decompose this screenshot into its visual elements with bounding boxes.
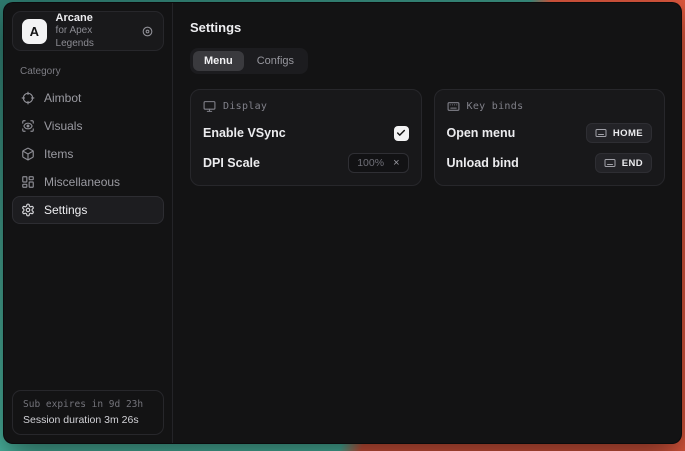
- app-window: A Arcane for Apex Legends Category: [4, 3, 681, 443]
- sidebar-item-visuals[interactable]: Visuals: [12, 112, 164, 140]
- keybinds-card-header: Key binds: [447, 100, 653, 113]
- gear-icon: [21, 203, 35, 217]
- category-label: Category: [20, 66, 156, 77]
- sidebar-item-items[interactable]: Items: [12, 140, 164, 168]
- dpi-value: 100%: [357, 157, 384, 169]
- app-logo: A: [22, 19, 47, 44]
- dpi-label: DPI Scale: [203, 156, 260, 170]
- keyboard-icon: [595, 127, 607, 139]
- sidebar-item-label: Visuals: [44, 119, 82, 133]
- vsync-label: Enable VSync: [203, 126, 286, 140]
- vsync-row: Enable VSync: [203, 123, 409, 143]
- sidebar-item-label: Items: [44, 147, 73, 161]
- tab-configs[interactable]: Configs: [246, 51, 305, 71]
- subscription-card: Sub expires in 9d 23h Session duration 3…: [12, 390, 164, 435]
- main-content: Settings Menu Configs Display: [174, 3, 681, 443]
- unload-bind-button[interactable]: END: [595, 153, 652, 173]
- open-menu-row: Open menu HOME: [447, 123, 653, 143]
- clear-icon[interactable]: ×: [393, 158, 399, 169]
- bind-key-label: END: [622, 158, 643, 169]
- app-name: Arcane: [56, 12, 132, 26]
- dpi-row: DPI Scale 100% ×: [203, 153, 409, 173]
- keybinds-card: Key binds Open menu HOME: [434, 89, 666, 186]
- package-icon: [21, 147, 35, 161]
- sidebar-item-aimbot[interactable]: Aimbot: [12, 84, 164, 112]
- check-icon: [396, 128, 406, 138]
- bind-key-label: HOME: [613, 128, 643, 139]
- monitor-icon: [203, 100, 216, 113]
- app-subtitle: for Apex Legends: [56, 25, 132, 50]
- display-card-header: Display: [203, 100, 409, 113]
- vsync-checkbox[interactable]: [394, 126, 409, 141]
- open-menu-label: Open menu: [447, 126, 516, 140]
- display-card: Display Enable VSync DPI Scale 100%: [190, 89, 422, 186]
- dashboard-icon: [21, 175, 35, 189]
- sidebar: A Arcane for Apex Legends Category: [4, 3, 173, 443]
- open-menu-bind-button[interactable]: HOME: [586, 123, 652, 143]
- scan-eye-icon: [21, 119, 35, 133]
- dpi-scale-input[interactable]: 100% ×: [348, 153, 408, 173]
- sidebar-item-label: Settings: [44, 203, 87, 217]
- tab-menu[interactable]: Menu: [193, 51, 244, 71]
- unload-bind-row: Unload bind END: [447, 153, 653, 173]
- desktop-background: A Arcane for Apex Legends Category: [0, 0, 685, 451]
- tab-strip: Menu Configs: [190, 48, 308, 74]
- sidebar-item-miscellaneous[interactable]: Miscellaneous: [12, 168, 164, 196]
- sub-expires-text: Sub expires in 9d 23h: [23, 399, 153, 410]
- sidebar-nav: Aimbot Visuals: [12, 84, 164, 224]
- keyboard-icon: [447, 100, 460, 113]
- app-header-card: A Arcane for Apex Legends: [12, 11, 164, 51]
- sidebar-item-label: Aimbot: [44, 91, 81, 105]
- session-duration-text: Session duration 3m 26s: [23, 414, 153, 426]
- sidebar-item-settings[interactable]: Settings: [12, 196, 164, 224]
- sidebar-item-label: Miscellaneous: [44, 175, 120, 189]
- keybinds-card-title: Key binds: [467, 101, 524, 112]
- app-title-block: Arcane for Apex Legends: [56, 12, 132, 51]
- display-card-title: Display: [223, 101, 267, 112]
- target-icon[interactable]: [141, 25, 154, 38]
- unload-bind-label: Unload bind: [447, 156, 519, 170]
- page-title: Settings: [190, 20, 665, 35]
- keyboard-icon: [604, 157, 616, 169]
- settings-cards: Display Enable VSync DPI Scale 100%: [190, 89, 665, 186]
- crosshair-icon: [21, 91, 35, 105]
